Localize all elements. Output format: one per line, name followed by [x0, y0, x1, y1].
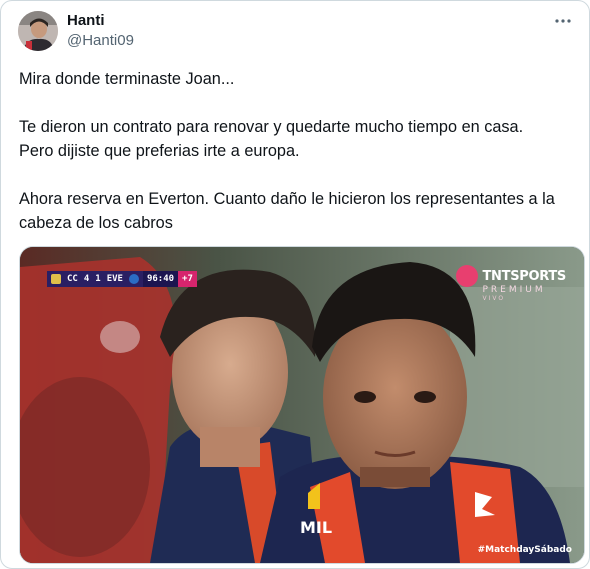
away-score: 1 [95, 274, 101, 284]
home-team: CC [67, 274, 78, 284]
scorebug: CC 4 1 EVE 96:40 +7 [47, 271, 197, 287]
author-name[interactable]: Hanti [67, 12, 105, 29]
match-clock: 96:40 [142, 271, 179, 287]
broadcaster-tag: VIVO [482, 295, 506, 302]
tweet-text: Mira donde terminaste Joan... Te dieron … [19, 70, 555, 232]
added-time: +7 [178, 271, 197, 287]
author-handle[interactable]: @Hanti09 [67, 32, 134, 49]
tweet-media-image[interactable]: MIL CC 4 1 EVE 96:40 +7 TNTSPORTS PREMIU… [19, 246, 585, 564]
more-horizontal-icon[interactable] [553, 11, 573, 31]
avatar[interactable] [18, 11, 58, 51]
tweet-card[interactable]: Hanti @Hanti09 Mira donde terminaste Joa… [0, 0, 590, 569]
shirt-sponsor: MIL [300, 518, 332, 537]
away-team: EVE [106, 274, 123, 284]
home-team-badge-icon [51, 274, 61, 284]
broadcaster-subtitle: PREMIUM [482, 285, 546, 295]
broadcaster-title: TNTSPORTS [482, 268, 566, 284]
scorebug-teams: CC 4 1 EVE [47, 271, 143, 287]
away-team-badge-icon [128, 274, 139, 284]
tnt-logo-icon [456, 265, 479, 287]
broadcaster-logo: TNTSPORTS PREMIUM VIVO [456, 265, 566, 302]
home-score: 4 [83, 274, 90, 284]
broadcast-hashtag: #MatchdaySábado [477, 545, 572, 555]
